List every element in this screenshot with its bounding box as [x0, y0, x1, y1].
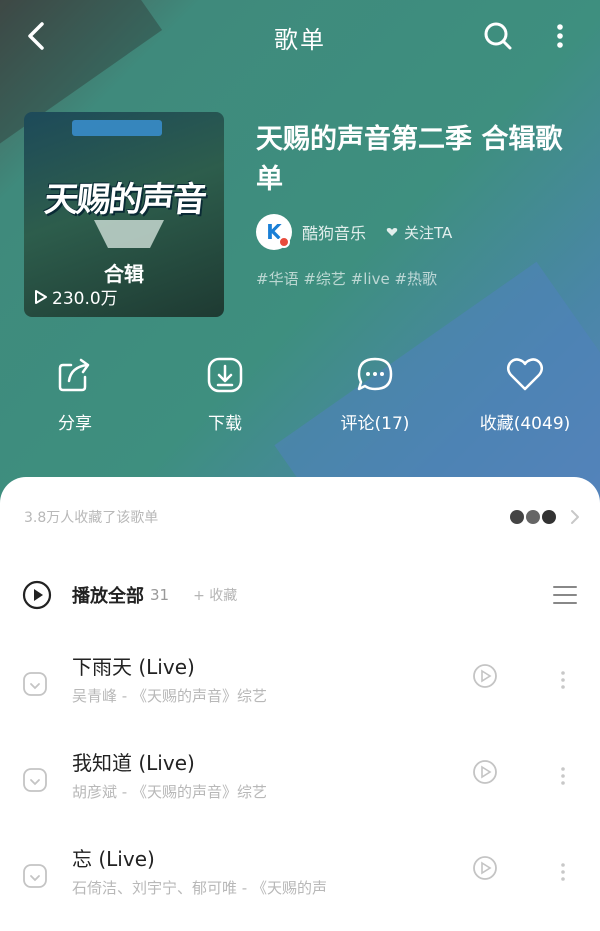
song-meta: 胡彦斌 - 《天赐的声音》综艺 [72, 783, 267, 801]
top-bar: 歌单 [0, 0, 600, 72]
song-row[interactable]: 忘 (Live) 石倚洁、刘宇宁、郁可唯 - 《天赐的声 [0, 835, 600, 915]
song-list-panel: 3.8万人收藏了该歌单 播放全部 31 + 收藏 下雨天 (Live) 吴青峰 … [0, 477, 600, 931]
creator-avatar[interactable]: K [256, 214, 292, 250]
follow-heart-icon [386, 228, 398, 236]
comment-button[interactable]: 评论(17) [300, 355, 450, 445]
follow-label: 关注TA [404, 223, 453, 242]
song-count: 31 [150, 586, 170, 604]
song-title: 忘 (Live) [72, 847, 155, 871]
song-meta: 石倚洁、刘宇宁、郁可唯 - 《天赐的声 [72, 879, 327, 897]
collect-all-button[interactable]: + 收藏 [193, 585, 237, 605]
creator-name[interactable]: 酷狗音乐 [302, 220, 366, 244]
search-icon[interactable] [482, 20, 514, 52]
collector-avatar [542, 510, 556, 524]
more-vertical-icon[interactable] [558, 765, 568, 787]
play-circle-icon[interactable] [22, 580, 52, 610]
cover-logo-text: 天赐的声音 [42, 180, 207, 220]
cover-badge [72, 120, 162, 136]
creator-row: K 酷狗音乐 关注TA [256, 214, 586, 250]
chevron-right-icon [571, 510, 579, 524]
list-manage-icon[interactable] [552, 583, 578, 607]
download-button[interactable]: 下载 [150, 355, 300, 445]
action-bar: 分享 下载 评论(17) 收藏(4049) [0, 355, 600, 445]
comment-icon [357, 357, 393, 391]
comment-label: 评论(17) [340, 414, 410, 434]
collectors-row[interactable]: 3.8万人收藏了该歌单 [24, 505, 580, 529]
download-label: 下载 [208, 414, 242, 434]
song-row[interactable]: 我知道 (Live) 胡彦斌 - 《天赐的声音》综艺 [0, 739, 600, 819]
song-title: 下雨天 (Live) [72, 655, 195, 679]
mv-icon[interactable] [472, 855, 498, 881]
share-button[interactable]: 分享 [0, 355, 150, 445]
collector-avatar [526, 510, 540, 524]
playlist-title: 天赐的声音第二季 合辑歌单 [256, 124, 563, 195]
song-title: 我知道 (Live) [72, 751, 195, 775]
download-song-icon[interactable] [22, 767, 48, 793]
more-vertical-icon[interactable] [558, 669, 568, 691]
play-count-value: 230.0万 [52, 289, 118, 309]
collector-avatar [510, 510, 524, 524]
play-count-icon [35, 289, 47, 304]
download-song-icon[interactable] [22, 863, 48, 889]
song-row[interactable]: 下雨天 (Live) 吴青峰 - 《天赐的声音》综艺 [0, 643, 600, 723]
play-all-label[interactable]: 播放全部 [72, 582, 144, 608]
cover-shield-graphic [94, 220, 164, 248]
play-count: 230.0万 [34, 284, 118, 309]
playlist-info: 天赐的声音第二季 合辑歌单 K 酷狗音乐 关注TA #华语 #综艺 #live … [256, 120, 586, 289]
share-label: 分享 [58, 414, 92, 434]
mv-icon[interactable] [472, 759, 498, 785]
avatar-badge [278, 236, 290, 248]
heart-icon [507, 358, 543, 391]
cover-subtitle: 合辑 [104, 262, 144, 286]
share-icon [58, 358, 90, 392]
play-all-row[interactable]: 播放全部 31 + 收藏 [22, 577, 578, 613]
playlist-tags[interactable]: #华语 #综艺 #live #热歌 [256, 268, 586, 289]
collector-avatars [510, 510, 556, 524]
favorite-label: 收藏(4049) [479, 414, 571, 434]
playlist-cover[interactable]: 天赐的声音 合辑 230.0万 [24, 112, 224, 317]
more-vertical-icon[interactable] [558, 861, 568, 883]
download-song-icon[interactable] [22, 671, 48, 697]
follow-button[interactable]: 关注TA [386, 222, 452, 243]
collectors-text: 3.8万人收藏了该歌单 [24, 510, 159, 526]
song-meta: 吴青峰 - 《天赐的声音》综艺 [72, 687, 267, 705]
favorite-button[interactable]: 收藏(4049) [450, 355, 600, 445]
download-icon [207, 357, 243, 393]
mv-icon[interactable] [472, 663, 498, 689]
more-vertical-icon[interactable] [548, 20, 572, 52]
